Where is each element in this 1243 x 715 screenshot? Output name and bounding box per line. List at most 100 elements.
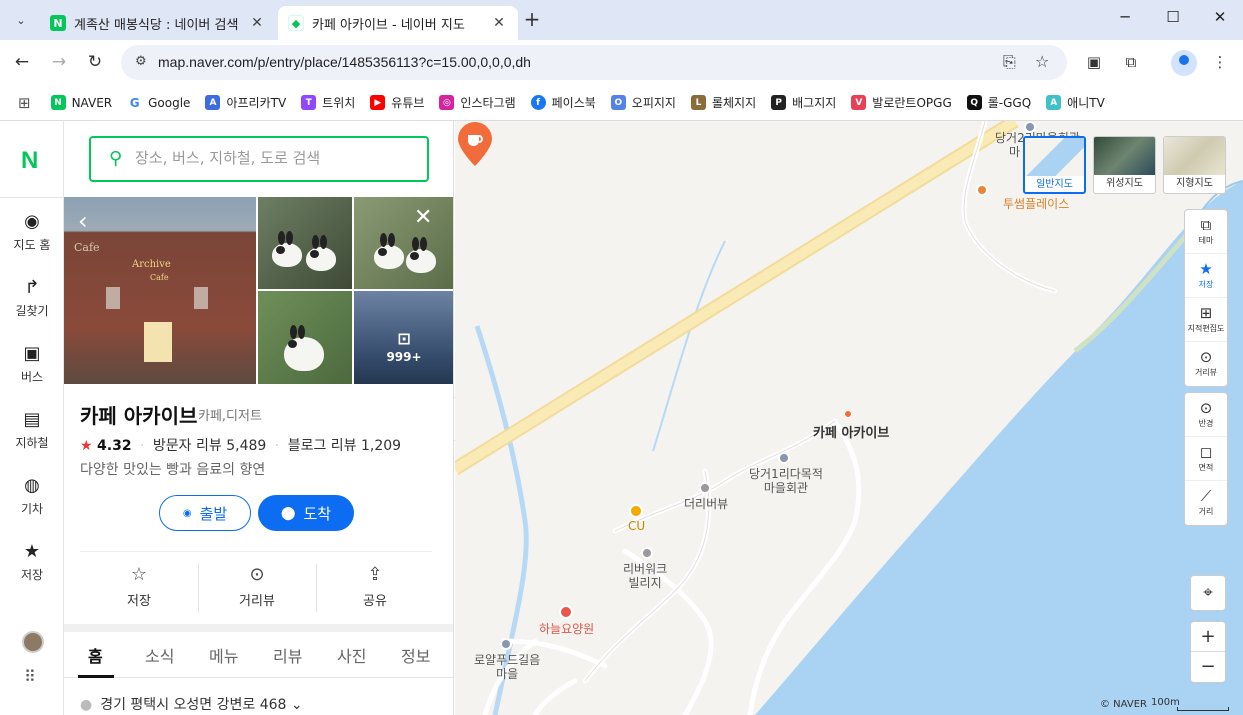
hospital-marker[interactable] <box>559 605 573 619</box>
streetview-tool[interactable]: ⊙ 거리뷰 <box>1185 342 1227 386</box>
bookmark-afreecatv[interactable]: A 아프리카TV <box>205 94 286 111</box>
area-tool[interactable]: ◻ 면적 <box>1185 437 1227 481</box>
new-tab-button[interactable]: + <box>520 8 544 32</box>
map-canvas[interactable]: 당거2리마을회관 마 투썸플레이스 카페 아카이브 당거1리다목적 마을회관 더… <box>455 121 1243 715</box>
photo-rabbits-2[interactable]: ✕ <box>354 197 453 289</box>
browser-tab-inactive[interactable]: N 계족산 매봉식당 : 네이버 검색 ✕ <box>40 6 276 40</box>
install-app-icon[interactable]: ⎘ <box>1003 52 1016 72</box>
zoom-out-button[interactable]: − <box>1191 652 1225 682</box>
place-address[interactable]: ● 경기 평택시 오성면 강변로 468 ⌄ <box>80 694 303 714</box>
bookmark-google[interactable]: G Google <box>127 95 190 110</box>
forward-arrow-icon[interactable]: → <box>47 51 71 75</box>
profile-avatar-icon[interactable] <box>1171 50 1197 76</box>
theme-tool[interactable]: ⧉ 테마 <box>1185 210 1227 254</box>
share-action[interactable]: ⇪ 공유 <box>316 564 434 609</box>
zoom-in-button[interactable]: + <box>1191 622 1225 652</box>
bookmark-youtube[interactable]: ▶ 유튜브 <box>370 94 424 111</box>
chevron-down-icon[interactable]: ⌄ <box>291 697 303 713</box>
cadastral-tool[interactable]: ⊞ 지적편집도 <box>1185 298 1227 342</box>
user-avatar[interactable] <box>22 631 44 653</box>
close-window-icon[interactable]: ✕ <box>1205 8 1235 26</box>
bookmark-instagram[interactable]: ◎ 인스타그램 <box>439 94 516 111</box>
extensions-icon[interactable]: ⧉ <box>1119 51 1143 75</box>
nav-map-home[interactable]: ◉ 지도 홈 <box>0 211 64 253</box>
nav-bus[interactable]: ▣ 버스 <box>0 343 64 385</box>
nav-saved[interactable]: ★ 저장 <box>0 541 64 583</box>
maptype-terrain[interactable]: 지형지도 <box>1163 136 1226 194</box>
photo-building[interactable]: Cafe Archive Cafe ‹ <box>64 197 256 384</box>
bookmark-lolchess[interactable]: L 롤체지지 <box>690 94 756 111</box>
selected-place-pin-icon[interactable] <box>455 121 495 167</box>
map-label-royal[interactable]: 로얄푸드길음 마을 <box>474 653 540 681</box>
maptype-satellite[interactable]: 위성지도 <box>1093 136 1156 194</box>
bookmark-valorant[interactable]: V 발로란트OPGG <box>851 94 952 111</box>
url-text[interactable]: map.naver.com/p/entry/place/1485356113?c… <box>158 54 531 70</box>
bookmark-opgg[interactable]: O 오피지지 <box>610 94 676 111</box>
close-tab-icon[interactable]: ✕ <box>490 15 508 31</box>
search-input[interactable] <box>135 149 415 167</box>
nav-train[interactable]: ◍ 기차 <box>0 475 64 517</box>
my-location-button[interactable]: ⌖ <box>1190 575 1226 611</box>
reading-mode-icon[interactable]: ▣ <box>1082 51 1106 75</box>
photo-rabbits-1[interactable] <box>258 197 352 289</box>
blog-reviews-count[interactable]: 1,209 <box>361 438 401 454</box>
bookmark-facebook[interactable]: f 페이스북 <box>530 94 596 111</box>
back-arrow-icon[interactable]: ← <box>10 51 34 75</box>
reload-icon[interactable]: ↻ <box>83 51 107 75</box>
streetview-action[interactable]: ⊙ 거리뷰 <box>198 564 316 609</box>
building-marker[interactable] <box>699 482 711 494</box>
saved-tool[interactable]: ★ 저장 <box>1185 254 1227 298</box>
nav-directions[interactable]: ↱ 길찾기 <box>0 277 64 319</box>
map-label-village-hall[interactable]: 당거1리다목적 마을회관 <box>749 467 823 495</box>
maximize-icon[interactable]: ☐ <box>1158 8 1188 26</box>
bookmark-naver[interactable]: N NAVER <box>50 95 112 110</box>
search-icon[interactable]: ⚲ <box>109 148 122 169</box>
nav-subway[interactable]: ▤ 지하철 <box>0 409 64 451</box>
tab-info[interactable]: 정보 <box>401 643 430 667</box>
radius-tool[interactable]: ⊙ 반경 <box>1185 393 1227 437</box>
more-menu-icon[interactable]: ⋮ <box>1208 51 1232 75</box>
poi-marker[interactable] <box>500 638 512 650</box>
visitor-reviews-count[interactable]: 5,489 <box>226 438 266 454</box>
apps-grid-icon[interactable]: ⠿ <box>24 667 36 686</box>
tab-home[interactable]: 홈 <box>88 643 103 667</box>
cafe-poi-marker[interactable] <box>976 184 988 196</box>
photo-rabbit-3[interactable] <box>258 291 352 384</box>
map-label-twosome[interactable]: 투썸플레이스 <box>1003 197 1069 211</box>
bookmark-anitv[interactable]: A 애니TV <box>1046 94 1105 111</box>
map-label-target[interactable]: 카페 아카이브 <box>813 422 889 441</box>
map-label-haneul[interactable]: 하늘요양원 <box>539 622 594 636</box>
tab-news[interactable]: 소식 <box>145 643 174 667</box>
naver-logo[interactable]: N <box>21 147 38 175</box>
close-tab-icon[interactable]: ✕ <box>248 15 266 31</box>
address-bar[interactable]: ⚙ map.naver.com/p/entry/place/1485356113… <box>121 45 1067 80</box>
tab-photos[interactable]: 사진 <box>337 643 366 667</box>
photo-more[interactable]: ⊡ 999+ <box>354 291 453 384</box>
map-label-cu[interactable]: CU <box>628 519 645 533</box>
distance-tool[interactable]: ⟋ 거리 <box>1185 481 1227 525</box>
save-action[interactable]: ☆ 저장 <box>80 564 198 609</box>
visitor-reviews-label[interactable]: 방문자 리뷰 <box>153 438 222 454</box>
village-hall-marker[interactable] <box>778 452 790 464</box>
apps-grid-icon[interactable]: ⊞ <box>18 94 31 112</box>
map-search-box[interactable]: ⚲ <box>89 136 429 182</box>
tab-reviews[interactable]: 리뷰 <box>273 643 302 667</box>
blog-reviews-label[interactable]: 블로그 리뷰 <box>288 438 357 454</box>
site-info-icon[interactable]: ⚙ <box>135 54 147 69</box>
building-marker[interactable] <box>641 547 653 559</box>
maptype-normal[interactable]: 일반지도 <box>1023 136 1086 194</box>
arrive-button[interactable]: ⬤ 도착 <box>258 495 354 531</box>
cu-store-marker[interactable] <box>629 504 643 518</box>
map-label-dereobeo[interactable]: 더리버뷰 <box>684 497 728 511</box>
close-photo-icon[interactable]: ✕ <box>414 205 432 230</box>
bookmark-pubg[interactable]: P 배그지지 <box>771 94 836 111</box>
minimize-icon[interactable]: ─ <box>1110 8 1140 26</box>
start-button[interactable]: ◉ 출발 <box>159 495 251 531</box>
bookmark-star-icon[interactable]: ☆ <box>1035 52 1049 71</box>
browser-tab-active[interactable]: ◆ 카페 아카이브 - 네이버 지도 ✕ <box>278 6 518 40</box>
bookmark-twitch[interactable]: T 트위치 <box>301 94 355 111</box>
bookmark-ggq[interactable]: Q 롤-GGQ <box>966 94 1031 111</box>
tab-search-button[interactable]: ⌄ <box>8 7 34 33</box>
map-label-riverwork[interactable]: 리버워크 빌리지 <box>623 562 667 590</box>
tab-menu[interactable]: 메뉴 <box>209 643 238 667</box>
